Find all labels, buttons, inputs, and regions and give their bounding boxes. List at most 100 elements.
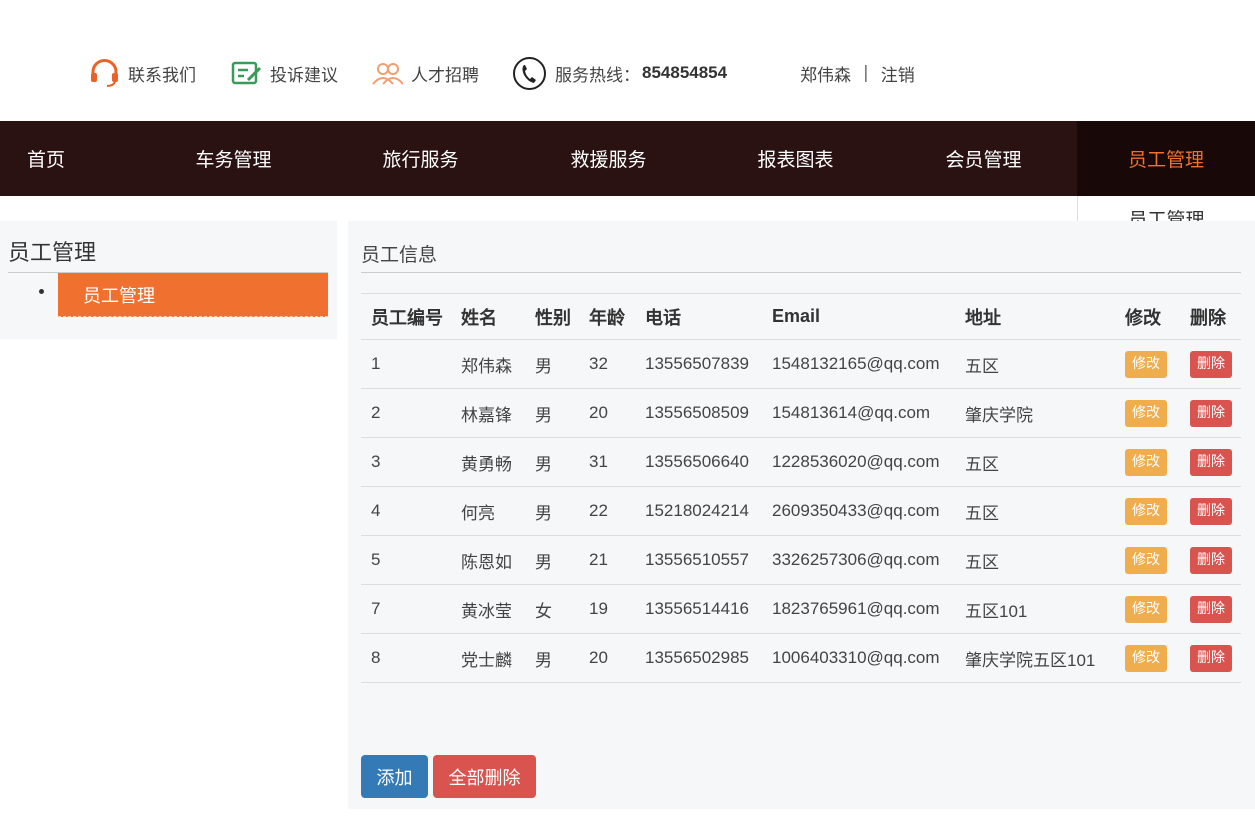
cell-age: 19: [579, 584, 635, 634]
sidebar-bullet: [39, 289, 44, 294]
top-bar: 联系我们 投诉建议 人才招聘 服务热线： 854854854 郑伟森 | 注销: [0, 0, 1255, 121]
cell-delete: 删除: [1180, 437, 1241, 487]
contact-link[interactable]: 联系我们: [89, 58, 196, 88]
col-id: 员工编号: [361, 293, 451, 340]
hotline-label: 服务热线：: [555, 65, 640, 86]
table-header-row: 员工编号 姓名 性别 年龄 电话 Email 地址 修改 删除: [361, 293, 1241, 340]
delete-button[interactable]: 删除: [1190, 448, 1232, 476]
cell-email: 1006403310@qq.com: [762, 633, 955, 683]
col-address: 地址: [955, 293, 1115, 340]
cell-gender: 男: [525, 437, 579, 487]
edit-button[interactable]: 修改: [1125, 595, 1167, 623]
username[interactable]: 郑伟森: [800, 61, 851, 86]
cell-address: 五区: [955, 437, 1115, 487]
logout-link[interactable]: 注销: [881, 61, 915, 86]
recruit-link[interactable]: 人才招聘: [372, 58, 479, 88]
cell-edit: 修改: [1115, 535, 1180, 585]
table-row: 5 陈恩如男 21 13556510557 3326257306@qq.com 五区 修改删…: [361, 535, 1241, 585]
col-age: 年龄: [579, 293, 635, 340]
cell-id: 4: [361, 486, 451, 536]
cell-gender: 男: [525, 486, 579, 536]
cell-delete: 删除: [1180, 584, 1241, 634]
cell-age: 20: [579, 388, 635, 438]
nav-staff[interactable]: 员工管理: [1077, 121, 1255, 196]
sidebar-item-staff[interactable]: 员工管理: [58, 273, 328, 317]
cell-delete: 删除: [1180, 633, 1241, 683]
cell-phone: 13556507839: [635, 339, 762, 389]
employee-table: 员工编号 姓名 性别 年龄 电话 Email 地址 修改 删除 1 郑伟森男 32 1…: [361, 293, 1241, 683]
col-phone: 电话: [635, 293, 762, 340]
cell-name: 何亮: [451, 486, 525, 536]
table-row: 2 林嘉锋男 20 13556508509 154813614@qq.com 肇庆学院 修改…: [361, 388, 1241, 438]
edit-button[interactable]: 修改: [1125, 350, 1167, 378]
cell-address: 肇庆学院五区101: [955, 633, 1115, 683]
cell-phone: 13556514416: [635, 584, 762, 634]
cell-name: 林嘉锋: [451, 388, 525, 438]
cell-address: 五区101: [955, 584, 1115, 634]
cell-id: 5: [361, 535, 451, 585]
cell-edit: 修改: [1115, 437, 1180, 487]
nav-reports[interactable]: 报表图表: [707, 121, 884, 196]
delete-button[interactable]: 删除: [1190, 399, 1232, 427]
contact-label: 联系我们: [128, 65, 196, 86]
add-button[interactable]: 添加: [361, 755, 428, 798]
cell-edit: 修改: [1115, 486, 1180, 536]
cell-address: 肇庆学院: [955, 388, 1115, 438]
col-delete: 删除: [1180, 293, 1241, 340]
panel-title: 员工信息: [361, 244, 438, 266]
delete-button[interactable]: 删除: [1190, 546, 1232, 574]
cell-gender: 男: [525, 633, 579, 683]
delete-button[interactable]: 删除: [1190, 644, 1232, 672]
user-area: 郑伟森 | 注销: [800, 58, 915, 88]
delete-all-button[interactable]: 全部删除: [433, 755, 536, 798]
edit-button[interactable]: 修改: [1125, 497, 1167, 525]
cell-phone: 13556508509: [635, 388, 762, 438]
delete-button[interactable]: 删除: [1190, 497, 1232, 525]
table-row: 4 何亮男 22 15218024214 2609350433@qq.com 五区 修改 删除: [361, 486, 1241, 536]
phone-icon: [513, 56, 546, 90]
separator: |: [863, 63, 869, 83]
edit-note-icon: [231, 61, 262, 85]
cell-delete: 删除: [1180, 486, 1241, 536]
cell-edit: 修改: [1115, 584, 1180, 634]
edit-button[interactable]: 修改: [1125, 546, 1167, 574]
cell-phone: 15218024214: [635, 486, 762, 536]
edit-button[interactable]: 修改: [1125, 448, 1167, 476]
cell-id: 7: [361, 584, 451, 634]
cell-id: 8: [361, 633, 451, 683]
delete-button[interactable]: 删除: [1190, 350, 1232, 378]
cell-phone: 13556510557: [635, 535, 762, 585]
hotline: 服务热线： 854854854: [512, 56, 727, 90]
cell-email: 154813614@qq.com: [762, 388, 955, 438]
nav-travel[interactable]: 旅行服务: [332, 121, 509, 196]
panel-divider: [361, 272, 1241, 273]
cell-edit: 修改: [1115, 633, 1180, 683]
cell-gender: 女: [525, 584, 579, 634]
sidebar-title: 员工管理: [8, 241, 97, 266]
cell-address: 五区: [955, 535, 1115, 585]
delete-button[interactable]: 删除: [1190, 595, 1232, 623]
complaint-link[interactable]: 投诉建议: [231, 58, 338, 88]
col-name: 姓名: [451, 293, 525, 340]
cell-email: 2609350433@qq.com: [762, 486, 955, 536]
nav-vehicle[interactable]: 车务管理: [145, 121, 322, 196]
headset-icon: [91, 59, 118, 87]
nav-members[interactable]: 会员管理: [895, 121, 1072, 196]
main-panel: 员工信息 员工编号 姓名 性别 年龄 电话 Email 地址 修改 删除 1 郑伟…: [348, 221, 1255, 809]
cell-edit: 修改: [1115, 339, 1180, 389]
cell-name: 黄冰莹: [451, 584, 525, 634]
cell-name: 郑伟森: [451, 339, 525, 389]
cell-delete: 删除: [1180, 535, 1241, 585]
cell-age: 31: [579, 437, 635, 487]
cell-age: 32: [579, 339, 635, 389]
people-icon: [372, 63, 403, 85]
cell-email: 1548132165@qq.com: [762, 339, 955, 389]
edit-button[interactable]: 修改: [1125, 644, 1167, 672]
cell-name: 党士麟: [451, 633, 525, 683]
edit-button[interactable]: 修改: [1125, 399, 1167, 427]
cell-address: 五区: [955, 339, 1115, 389]
nav-rescue[interactable]: 救援服务: [520, 121, 697, 196]
cell-gender: 男: [525, 388, 579, 438]
main-nav: 首页 车务管理 旅行服务 救援服务 报表图表 会员管理 员工管理: [0, 121, 1255, 196]
cell-id: 2: [361, 388, 451, 438]
